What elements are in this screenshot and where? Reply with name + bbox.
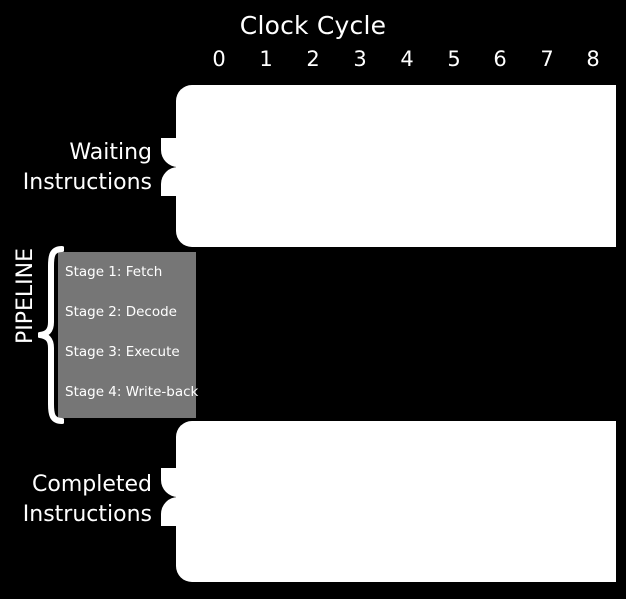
- clock-cycle-tick-6: 6: [493, 47, 507, 71]
- clock-cycle-tick-0: 0: [212, 47, 226, 71]
- pipeline-stage-2: Stage 2: Decode: [65, 304, 177, 320]
- completed-instructions-brace-point: [150, 468, 178, 526]
- clock-cycle-tick-8: 8: [586, 47, 600, 71]
- waiting-instructions-label-line1: Waiting: [69, 140, 152, 165]
- pipeline-stage-1: Stage 1: Fetch: [65, 264, 163, 280]
- pipeline-stage-4: Stage 4: Write-back: [65, 384, 199, 400]
- clock-cycle-axis-title: Clock Cycle: [239, 11, 387, 40]
- clock-cycle-tick-3: 3: [353, 47, 367, 71]
- clock-cycle-tick-5: 5: [447, 47, 461, 71]
- pipeline-stages-box: Stage 1: Fetch Stage 2: Decode Stage 3: …: [58, 252, 199, 418]
- clock-cycle-tick-1: 1: [259, 47, 273, 71]
- waiting-instructions-label: Waiting Instructions: [0, 138, 152, 198]
- waiting-instructions-label-line2: Instructions: [22, 170, 152, 195]
- waiting-instructions-brace-point: [150, 138, 178, 196]
- pipeline-section-label: PIPELINE: [13, 247, 38, 345]
- clock-cycle-tick-7: 7: [540, 47, 554, 71]
- completed-instructions-label-line1: Completed: [32, 472, 152, 497]
- pipeline-curly-brace-icon: [38, 246, 64, 424]
- pipeline-stage-3: Stage 3: Execute: [65, 344, 180, 360]
- completed-instructions-panel: [176, 421, 616, 582]
- clock-cycle-tick-row: 0 1 2 3 4 5 6 7 8: [196, 46, 616, 72]
- completed-instructions-label-line2: Instructions: [22, 502, 152, 527]
- clock-cycle-tick-2: 2: [306, 47, 320, 71]
- clock-cycle-tick-4: 4: [400, 47, 414, 71]
- waiting-instructions-panel: [176, 85, 616, 247]
- completed-instructions-label: Completed Instructions: [0, 470, 152, 530]
- pipeline-diagram: Clock Cycle 0 1 2 3 4 5 6 7 8 Waiting In…: [0, 0, 626, 599]
